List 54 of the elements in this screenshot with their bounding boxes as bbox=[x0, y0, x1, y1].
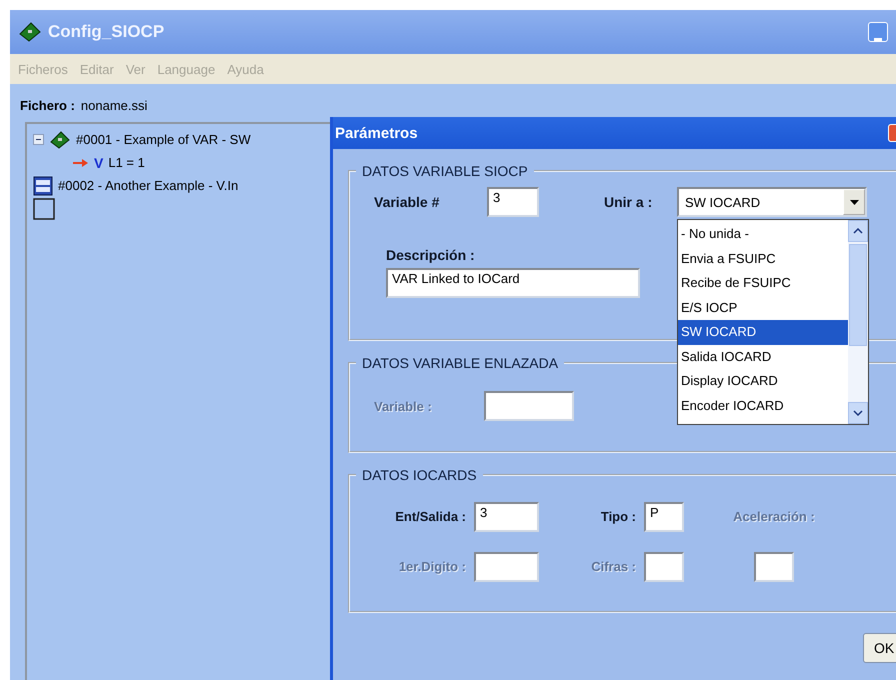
display-grid-icon bbox=[33, 176, 53, 196]
scroll-up-button[interactable] bbox=[848, 220, 868, 242]
tree-item[interactable]: L1 = 1 bbox=[108, 155, 145, 170]
list-option[interactable]: Recibe de FSUIPC bbox=[678, 271, 848, 296]
input-field[interactable]: P bbox=[644, 502, 684, 532]
group-title: DATOS VARIABLE SIOCP bbox=[361, 163, 529, 179]
field-label: Ent/Salida : bbox=[395, 509, 466, 524]
chevron-down-icon bbox=[853, 410, 863, 416]
minimize-button[interactable] bbox=[868, 22, 888, 42]
input-field[interactable]: VAR Linked to IOCard bbox=[386, 268, 640, 298]
field-label: Variable : bbox=[374, 398, 433, 414]
input-field[interactable] bbox=[754, 552, 794, 582]
list-option[interactable]: Envia a FSUIPC bbox=[678, 246, 848, 271]
input-field[interactable] bbox=[474, 552, 539, 582]
tree-item[interactable]: #0001 - Example of VAR - SW bbox=[76, 132, 251, 147]
list-option[interactable]: SW IOCARD bbox=[678, 320, 848, 344]
field-label: Tipo : bbox=[600, 509, 636, 524]
variable-marker: V bbox=[94, 154, 104, 170]
field-label: Aceleración : bbox=[733, 509, 815, 524]
field-label: Cifras : bbox=[591, 559, 636, 574]
empty-box-icon bbox=[33, 198, 55, 220]
circuit-board-icon bbox=[18, 21, 42, 43]
close-button[interactable] bbox=[888, 124, 896, 142]
list-option[interactable]: - No unida - bbox=[678, 222, 848, 246]
scroll-down-button[interactable] bbox=[848, 402, 868, 424]
minimize-icon bbox=[874, 38, 882, 41]
arrow-icon bbox=[73, 158, 89, 168]
list-option[interactable]: Salida IOCARD bbox=[678, 344, 848, 369]
caret-icon bbox=[850, 200, 858, 204]
chevron-up-icon bbox=[853, 228, 863, 234]
tree-item[interactable]: #0002 - Another Example - V.In bbox=[58, 178, 238, 193]
window-title: Config_SIOCP bbox=[48, 22, 166, 42]
list-option[interactable]: E/S IOCP bbox=[678, 296, 848, 320]
group-title: DATOS VARIABLE ENLAZADA bbox=[361, 355, 560, 371]
field-label: 1er.Digito : bbox=[398, 559, 466, 574]
input-field[interactable]: 3 bbox=[487, 187, 539, 217]
list-option[interactable]: Encoder IOCARD bbox=[678, 394, 848, 418]
minus-icon bbox=[35, 136, 42, 143]
dropdown-button[interactable] bbox=[843, 189, 865, 215]
input-field[interactable] bbox=[644, 552, 684, 582]
group-title: DATOS IOCARDS bbox=[361, 467, 478, 483]
collapse-toggle[interactable] bbox=[33, 134, 44, 145]
file-name: noname.ssi bbox=[80, 98, 148, 113]
field-label: Variable # bbox=[374, 194, 440, 210]
circuit-board-icon bbox=[49, 130, 71, 150]
field-label: Descripción : bbox=[386, 247, 475, 263]
dialog-title: Parámetros bbox=[335, 124, 418, 142]
input-field[interactable]: 3 bbox=[474, 502, 539, 532]
ok-button[interactable]: OK bbox=[863, 633, 896, 663]
list-option[interactable]: Display IOCARD bbox=[678, 369, 848, 394]
field-label: Unir a : bbox=[604, 194, 654, 210]
scroll-thumb[interactable] bbox=[849, 244, 867, 346]
file-label: Fichero : bbox=[20, 98, 75, 113]
input-field[interactable] bbox=[484, 391, 574, 421]
